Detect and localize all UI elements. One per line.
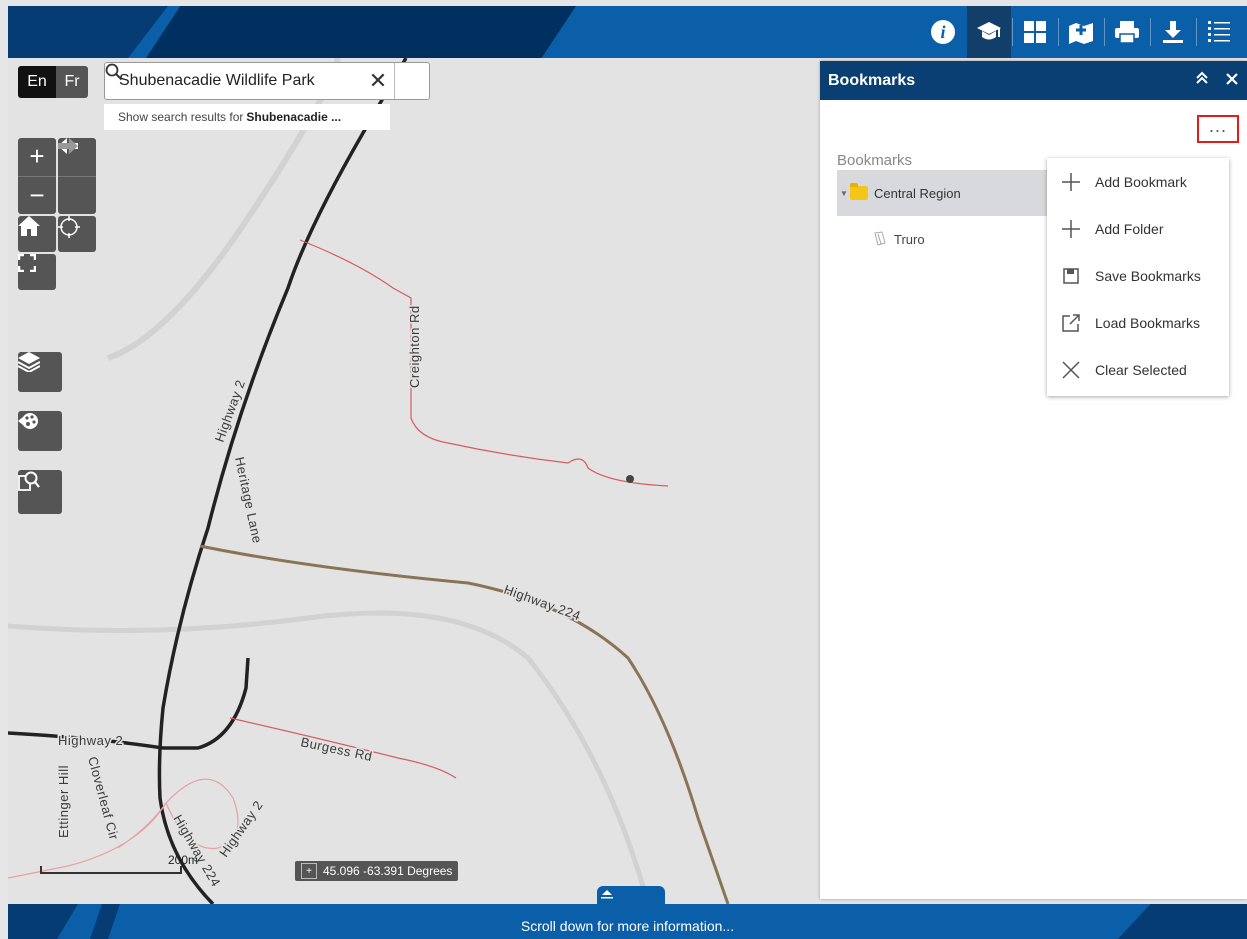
- layers-button[interactable]: [18, 352, 62, 392]
- lang-fr-button[interactable]: Fr: [56, 66, 88, 98]
- bookmark-item[interactable]: Truro: [872, 231, 925, 247]
- search-suggestion[interactable]: Show search results for Shubenacadie ...: [104, 104, 390, 130]
- learning-button[interactable]: [967, 6, 1011, 58]
- road-label: Highway 2: [58, 733, 123, 748]
- load-bookmarks-menu-item[interactable]: Load Bookmarks: [1047, 299, 1229, 346]
- bookmarks-section-label: Bookmarks: [837, 152, 913, 169]
- next-extent-button[interactable]: [58, 138, 96, 215]
- save-bookmarks-menu-item[interactable]: Save Bookmarks: [1047, 252, 1229, 299]
- arrow-right-icon: [58, 138, 78, 154]
- bookmark-folder[interactable]: ▼ Central Region: [837, 170, 1047, 216]
- list-icon: [1208, 21, 1230, 42]
- bookmarks-panel: Bookmarks ... Bookmarks ▼ Central Region…: [820, 61, 1247, 899]
- double-chevron-up-icon: [1196, 71, 1208, 84]
- scale-label: 200m: [168, 853, 199, 867]
- road-label: Creighton Rd: [407, 305, 422, 388]
- close-icon: [1047, 360, 1095, 379]
- search-input[interactable]: [105, 65, 362, 97]
- palette-icon: [18, 413, 38, 429]
- learning-icon: [977, 22, 1001, 40]
- bookmark-options-menu: Add Bookmark Add Folder Save Bookmarks L…: [1047, 158, 1229, 396]
- layers-icon: [18, 352, 40, 372]
- crosshair-icon: +: [301, 863, 317, 879]
- search-button[interactable]: [105, 63, 429, 99]
- folder-icon: [850, 183, 868, 200]
- menu-label: Load Bookmarks: [1095, 314, 1201, 331]
- road-label: Heritage Lane: [232, 456, 265, 545]
- road-label: Ettinger Hill: [56, 765, 71, 838]
- clear-selected-menu-item[interactable]: Clear Selected: [1047, 346, 1229, 393]
- menu-label: Save Bookmarks: [1095, 267, 1201, 284]
- fullscreen-icon: [18, 254, 36, 272]
- basemap-grid-button[interactable]: [1013, 6, 1057, 58]
- search-document-icon: [18, 471, 40, 491]
- scale-bar: [40, 866, 182, 874]
- folder-label: Central Region: [874, 185, 961, 201]
- close-panel-button[interactable]: [1217, 72, 1247, 90]
- panel-header: Bookmarks: [820, 61, 1247, 100]
- expand-info-tab[interactable]: [597, 886, 665, 904]
- add-bookmark-menu-item[interactable]: Add Bookmark: [1047, 158, 1229, 205]
- coordinates-display[interactable]: + 45.096 -63.391 Degrees: [295, 861, 459, 881]
- road-label: Highway 224: [502, 582, 583, 624]
- menu-label: Add Folder: [1095, 220, 1164, 237]
- zoom-in-button[interactable]: +: [29, 138, 44, 176]
- road-label: Cloverleaf Cir: [85, 755, 122, 842]
- search-box: ✕: [104, 62, 430, 100]
- close-icon: [1226, 72, 1238, 85]
- top-header: i: [8, 6, 1247, 58]
- add-to-map-icon: [1069, 23, 1093, 44]
- suggestion-term: Shubenacadie ...: [246, 110, 342, 124]
- query-button[interactable]: [18, 470, 62, 514]
- plus-icon: [1047, 172, 1095, 191]
- road-label: Burgess Rd: [299, 734, 373, 764]
- add-data-button[interactable]: [1059, 6, 1103, 58]
- expand-triangle-icon[interactable]: ▼: [840, 189, 850, 198]
- info-button[interactable]: i: [921, 6, 965, 58]
- menu-label: Add Bookmark: [1095, 173, 1187, 190]
- panel-title: Bookmarks: [828, 71, 916, 89]
- print-button[interactable]: [1105, 6, 1149, 58]
- extent-nav-control: [58, 138, 96, 214]
- styles-button[interactable]: [18, 411, 62, 451]
- download-button[interactable]: [1151, 6, 1195, 58]
- header-accent-band: [146, 6, 576, 58]
- home-icon: [18, 216, 40, 236]
- grid-icon: [1024, 21, 1046, 43]
- header-accent: [8, 6, 168, 58]
- search-icon: [105, 63, 123, 81]
- road-label: Highway 2: [216, 798, 266, 860]
- language-switch: En Fr: [18, 66, 88, 98]
- plus-icon: [1047, 219, 1095, 238]
- add-folder-menu-item[interactable]: Add Folder: [1047, 205, 1229, 252]
- footer-bar[interactable]: Scroll down for more information...: [8, 904, 1247, 939]
- info-icon: i: [931, 20, 955, 44]
- download-icon: [1163, 21, 1183, 43]
- zoom-out-button[interactable]: −: [18, 175, 56, 215]
- chevron-up-icon: [601, 890, 613, 899]
- locate-icon: [58, 216, 80, 238]
- zoom-control: + −: [18, 138, 56, 214]
- suggestion-prefix: Show search results for: [118, 110, 244, 124]
- fullscreen-button[interactable]: [18, 254, 56, 290]
- bookmark-icon: [874, 231, 886, 246]
- external-link-icon: [1047, 313, 1095, 332]
- more-options-button[interactable]: ...: [1197, 115, 1239, 143]
- bookmark-label: Truro: [894, 231, 925, 247]
- coordinates-text: 45.096 -63.391 Degrees: [323, 864, 453, 878]
- print-icon: [1115, 21, 1139, 44]
- home-button[interactable]: [18, 216, 56, 252]
- legend-list-button[interactable]: [1197, 6, 1241, 58]
- menu-label: Clear Selected: [1095, 361, 1187, 378]
- lang-en-button[interactable]: En: [18, 66, 56, 98]
- scroll-hint: Scroll down for more information...: [520, 917, 735, 934]
- app-frame: i Highway 2 Heritage Lane Creighton Rd H…: [8, 0, 1247, 939]
- locate-button[interactable]: [58, 216, 96, 252]
- save-icon: [1047, 267, 1095, 284]
- ellipsis-icon: ...: [1208, 116, 1227, 136]
- collapse-panel-button[interactable]: [1187, 71, 1217, 90]
- clear-search-icon[interactable]: ✕: [362, 68, 394, 94]
